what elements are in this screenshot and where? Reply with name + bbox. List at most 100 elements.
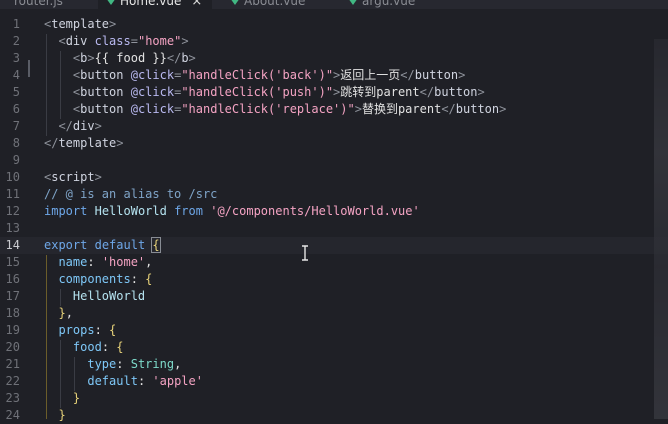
code-token: { bbox=[145, 272, 153, 286]
code-line[interactable]: 6 <button @click="handleClick('replace')… bbox=[0, 101, 668, 118]
tab-about-vue[interactable]: About.vue bbox=[222, 0, 315, 9]
code-editor[interactable]: 1 <template> 2 <div class="home"> 3 <b>{{ f… bbox=[0, 9, 668, 422]
line-code: food: { bbox=[44, 339, 124, 356]
code-token: @click bbox=[130, 85, 175, 99]
code-token: > bbox=[188, 51, 196, 65]
line-number: 13 bbox=[5, 221, 20, 235]
line-number: 17 bbox=[5, 289, 20, 303]
code-token: : bbox=[101, 340, 117, 354]
code-token: 替换到parent bbox=[361, 102, 442, 116]
line-code: <b>{{ food }}</b> bbox=[44, 50, 196, 67]
code-line[interactable]: 13 bbox=[0, 220, 668, 237]
line-code: } bbox=[44, 407, 66, 424]
code-token: '@/components/HelloWorld.vue' bbox=[210, 204, 420, 218]
editor-tab-bar: router.js Home.vue × About.vue argu.vue bbox=[0, 0, 668, 9]
code-line[interactable]: 5 <button @click="handleClick('push')">跳… bbox=[0, 84, 668, 101]
code-line[interactable]: 16 components: { bbox=[0, 271, 668, 288]
code-token: { bbox=[116, 340, 124, 354]
tab-argu-vue[interactable]: argu.vue bbox=[340, 0, 425, 9]
code-token: > bbox=[94, 119, 102, 133]
code-token: @click bbox=[130, 68, 175, 82]
line-code: <template> bbox=[44, 16, 116, 33]
line-number: 6 bbox=[12, 102, 20, 116]
vue-file-icon bbox=[230, 0, 240, 5]
code-line[interactable]: 12 import HelloWorld from '@/components/H… bbox=[0, 203, 668, 220]
line-code: components: { bbox=[44, 271, 152, 288]
code-line[interactable]: 11 // @ is an alias to /src bbox=[0, 186, 668, 203]
line-number: 9 bbox=[12, 153, 20, 167]
line-code: </template> bbox=[44, 135, 123, 152]
line-code: <button @click="handleClick('back')">返回上… bbox=[44, 67, 465, 84]
code-token: div bbox=[72, 119, 95, 133]
line-number: 4 bbox=[12, 68, 20, 82]
code-line[interactable]: 23 } bbox=[0, 390, 668, 407]
line-code: name: 'home', bbox=[44, 254, 152, 271]
code-line[interactable]: 8 </template> bbox=[0, 135, 668, 152]
code-token: 返回上一页 bbox=[340, 68, 401, 82]
code-line[interactable]: 1 <template> bbox=[0, 16, 668, 33]
line-code: // @ is an alias to /src bbox=[44, 186, 217, 203]
code-token: @click bbox=[130, 102, 175, 116]
code-line[interactable]: 7 </div> bbox=[0, 118, 668, 135]
code-token: </ bbox=[419, 85, 435, 99]
line-number: 7 bbox=[12, 119, 20, 133]
code-line[interactable]: 15 name: 'home', bbox=[0, 254, 668, 271]
tab-router-js[interactable]: router.js bbox=[0, 0, 73, 9]
code-token: < bbox=[58, 34, 66, 48]
minimap[interactable] bbox=[654, 39, 668, 419]
tab-label: About.vue bbox=[244, 0, 306, 8]
code-token: } bbox=[58, 408, 66, 422]
code-token: </ bbox=[441, 102, 456, 116]
code-token: components bbox=[58, 272, 131, 286]
code-token: "home" bbox=[137, 34, 182, 48]
code-line[interactable]: 10 <script> bbox=[0, 169, 668, 186]
code-token: : bbox=[130, 272, 146, 286]
line-number: 21 bbox=[5, 357, 20, 371]
code-token: } bbox=[58, 306, 66, 320]
code-token: default bbox=[94, 238, 146, 252]
tab-home-vue[interactable]: Home.vue × bbox=[98, 0, 213, 9]
code-token: food bbox=[72, 340, 102, 354]
code-line[interactable]: 24 } bbox=[0, 407, 668, 424]
code-token: export bbox=[44, 238, 88, 252]
code-token: , bbox=[65, 306, 73, 320]
code-token: { bbox=[151, 237, 161, 253]
code-line[interactable]: 22 default: 'apple' bbox=[0, 373, 668, 390]
code-line[interactable]: 14 export default { bbox=[0, 237, 668, 254]
line-number: 1 bbox=[12, 17, 20, 31]
code-line[interactable]: 19 props: { bbox=[0, 322, 668, 339]
code-line[interactable]: 2 <div class="home"> bbox=[0, 33, 668, 50]
line-code: <div class="home"> bbox=[44, 33, 188, 50]
code-token: > bbox=[94, 170, 102, 184]
close-icon[interactable]: × bbox=[191, 0, 202, 9]
code-token: , bbox=[174, 357, 182, 371]
line-number: 22 bbox=[5, 374, 20, 388]
code-token: > bbox=[499, 102, 507, 116]
line-code: HelloWorld bbox=[44, 288, 145, 305]
code-token: </ bbox=[44, 136, 59, 150]
line-number: 14 bbox=[5, 238, 20, 252]
code-line[interactable]: 17 HelloWorld bbox=[0, 288, 668, 305]
code-line[interactable]: 21 type: String, bbox=[0, 356, 668, 373]
code-line[interactable]: 9 bbox=[0, 152, 668, 169]
line-number: 15 bbox=[5, 255, 20, 269]
line-number: 10 bbox=[5, 170, 20, 184]
code-line[interactable]: 3 <b>{{ food }}</b> bbox=[0, 50, 668, 67]
line-code: type: String, bbox=[44, 356, 181, 373]
code-token: script bbox=[51, 170, 95, 184]
code-token: "handleClick('back')" bbox=[181, 68, 334, 82]
line-code: <script> bbox=[44, 169, 102, 186]
code-line[interactable]: 4 <button @click="handleClick('back')">返… bbox=[0, 67, 668, 84]
code-line[interactable]: 20 food: { bbox=[0, 339, 668, 356]
code-line[interactable]: 18 }, bbox=[0, 305, 668, 322]
line-code: export default { bbox=[44, 237, 161, 254]
